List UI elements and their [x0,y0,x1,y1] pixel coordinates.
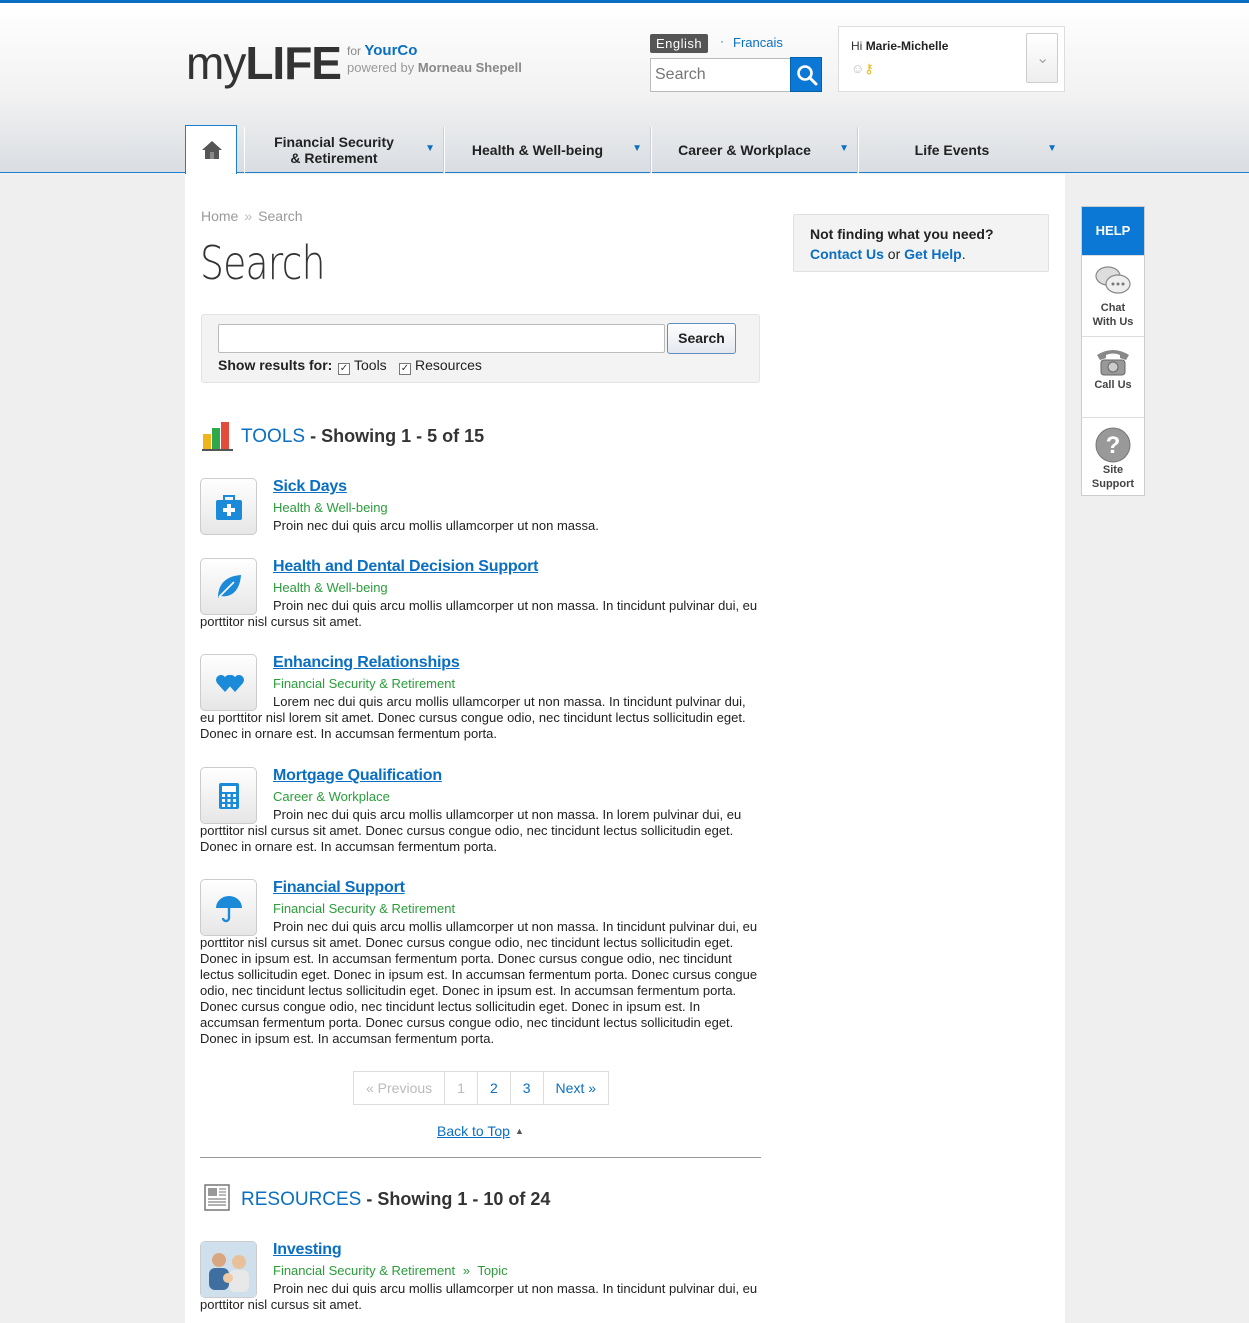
page-title: Search [200,236,325,290]
user-menu-dropdown[interactable]: ⌄ [1026,33,1058,83]
key-icon[interactable]: ⚷ [864,61,874,76]
question-icon: ? [1095,427,1131,463]
result-category[interactable]: Health & Well-being [273,500,388,515]
pagination-previous[interactable]: « Previous [354,1072,446,1104]
arrow-up-icon: ▲ [515,1126,524,1136]
get-help-link[interactable]: Get Help [904,246,962,262]
help-chat-with-us[interactable]: Chat With Us [1082,255,1144,335]
pagination-page-1[interactable]: 1 [445,1072,478,1104]
resources-heading: RESOURCES - Showing 1 - 10 of 24 [241,1189,551,1210]
search-panel: Search Show results for: ✓ Tools ✓ Resourc… [201,314,760,383]
help-call-us[interactable]: Call Us [1082,336,1144,416]
result-title-link[interactable]: Health and Dental Decision Support [273,558,538,576]
newspaper-icon [204,1184,230,1211]
search-button[interactable]: Search [667,323,736,354]
back-to-top-link[interactable]: Back to Top [437,1123,510,1139]
search-input[interactable] [218,324,665,353]
result-title-link[interactable]: Enhancing Relationships [273,654,460,672]
mylife-logo[interactable]: myLIFE [186,36,342,90]
bar-chart-icon [202,422,233,451]
result-title-link[interactable]: Financial Support [273,879,405,897]
language-separator: · [720,34,724,48]
search-icon [797,65,818,86]
header-search-button[interactable] [790,57,822,92]
checkbox-checked[interactable]: ✓ [338,363,350,375]
result-title-link[interactable]: Mortgage Qualification [273,767,442,785]
result-description: Proin nec dui quis arcu mollis ullamcorp… [200,598,758,629]
help-callout-question: Not finding what you need? [810,226,994,242]
help-site-support[interactable]: ? Site Support [1082,417,1144,497]
home-icon [202,141,222,159]
powered-by: powered by Morneau Shepell [347,60,522,75]
nav-home[interactable] [185,125,237,174]
help-panel-header[interactable]: HELP [1082,207,1144,255]
breadcrumb-home[interactable]: Home [201,208,238,224]
show-results-label: Show results for: [218,357,333,373]
result-description: Lorem nec dui quis arcu mollis ullamcorp… [200,694,746,741]
pagination-page-2[interactable]: 2 [478,1072,511,1104]
breadcrumb: Home» Search [201,208,303,224]
result-category[interactable]: Health & Well-being [273,580,388,595]
help-callout: Not finding what you need? Contact Us or… [793,214,1049,272]
nav-career-workplace[interactable]: Career & Workplace ▼ [651,127,858,173]
phone-icon [1097,350,1129,376]
checkbox-checked[interactable]: ✓ [399,363,411,375]
dropdown-arrow-icon: ▼ [1047,143,1057,154]
contact-us-link[interactable]: Contact Us [810,246,884,262]
result-title-link[interactable]: Investing [273,1241,342,1259]
dropdown-arrow-icon: ▼ [425,143,435,154]
filter-resources[interactable]: ✓ Resources [399,357,482,375]
pagination: « Previous 1 2 3 Next » [353,1071,610,1105]
nav-life-events[interactable]: Life Events ▼ [858,127,1065,173]
user-status-icons: ☺⚷ [851,61,874,77]
tools-heading: TOOLS - Showing 1 - 5 of 15 [241,426,485,447]
chat-icon [1095,266,1131,294]
pagination-page-3[interactable]: 3 [511,1072,544,1104]
result-title-link[interactable]: Sick Days [273,478,347,496]
breadcrumb-current: Search [258,208,303,224]
result-description: Proin nec dui quis arcu mollis ullamcorp… [200,919,758,1046]
header-search-input[interactable] [650,58,792,92]
dropdown-arrow-icon: ▼ [632,143,642,154]
dropdown-arrow-icon: ▼ [839,143,849,154]
result-category[interactable]: Financial Security & Retirement [273,676,455,691]
person-icon[interactable]: ☺ [851,61,864,76]
filter-tools[interactable]: ✓ Tools [338,357,387,375]
user-greeting: Hi Marie-Michelle [851,39,949,53]
user-menu: Hi Marie-Michelle ☺⚷ ⌄ [838,26,1065,92]
svg-text:?: ? [1106,432,1121,459]
result-category[interactable]: Career & Workplace [273,789,390,804]
pagination-next[interactable]: Next » [544,1072,608,1104]
nav-health-wellbeing[interactable]: Health & Well-being ▼ [444,127,651,173]
client-label: for YourCo [347,42,418,59]
result-category[interactable]: Financial Security & Retirement [273,901,455,916]
nav-financial-security[interactable]: Financial Security & Retirement ▼ [244,127,444,173]
result-category: Financial Security & Retirement » Topic [273,1263,508,1278]
help-callout-links: Contact Us or Get Help. [810,246,966,262]
chevron-down-icon: ⌄ [1036,50,1050,67]
result-description: Proin nec dui quis arcu mollis ullamcorp… [273,518,599,533]
result-description: Proin nec dui quis arcu mollis ullamcorp… [200,1281,758,1312]
section-divider [200,1157,761,1158]
result-description: Proin nec dui quis arcu mollis ullamcorp… [200,807,742,854]
language-english[interactable]: English [650,34,709,53]
language-francais[interactable]: Francais [733,35,783,50]
help-panel: HELP Chat With Us Call Us ? Site Support [1081,206,1145,496]
